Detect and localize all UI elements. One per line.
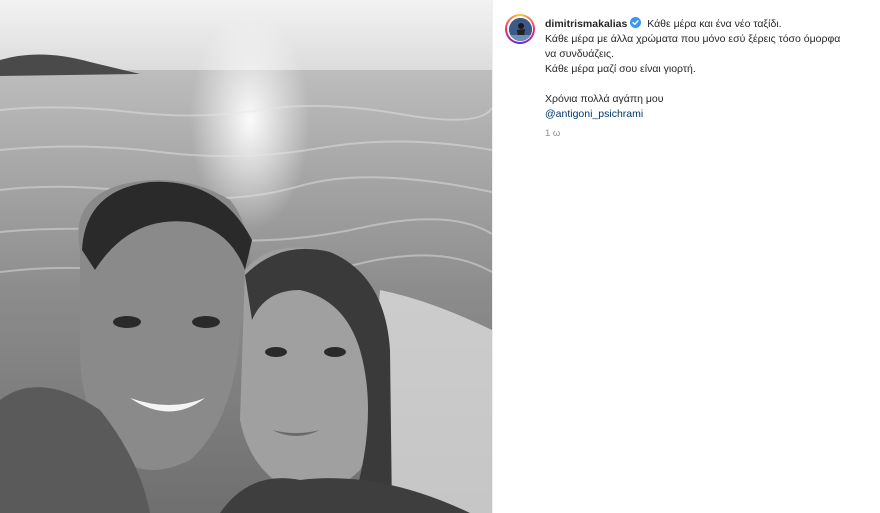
caption-first-line: Κάθε μέρα και ένα νέο ταξίδι. [647,18,782,30]
post-timestamp[interactable]: 1 ω [545,126,875,141]
post-photo[interactable] [0,0,492,513]
post-sidebar: dimitrismakalias Κάθε μέρα και ένα νέο τ… [492,0,880,513]
post-caption: dimitrismakalias Κάθε μέρα και ένα νέο τ… [545,17,875,141]
avatar-image [508,17,532,41]
avatar[interactable] [505,14,535,44]
mention-link[interactable]: @antigoni_psichrami [545,107,875,122]
verified-badge-icon [630,17,642,28]
caption-row: dimitrismakalias Κάθε μέρα και ένα νέο τ… [505,14,875,141]
caption-line: Κάθε μέρα μαζί σου είναι γιορτή. [545,63,696,75]
caption-line: Κάθε μέρα με άλλα χρώματα που μόνο εσύ ξ… [545,33,841,45]
caption-wish-line: Χρόνια πολλά αγάπη μου [545,93,664,105]
username-link[interactable]: dimitrismakalias [545,18,627,30]
caption-line: να συνδυάζεις. [545,48,614,60]
